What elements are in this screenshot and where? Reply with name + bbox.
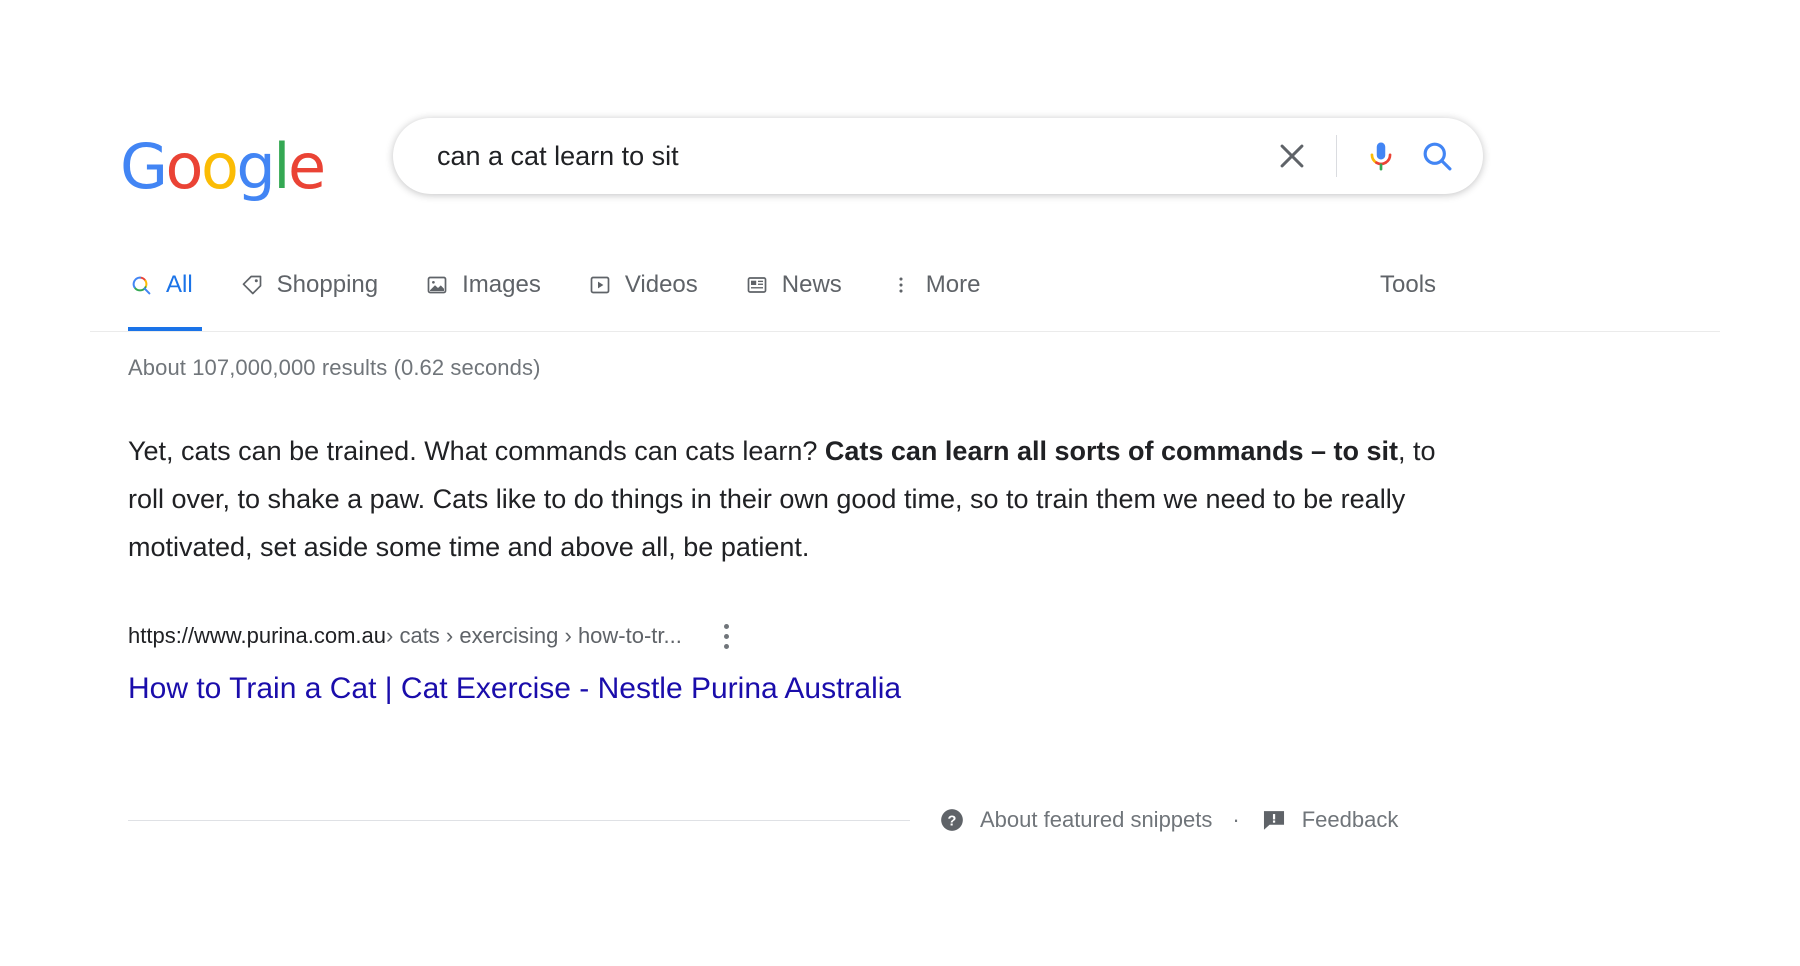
- tag-icon: [239, 272, 265, 298]
- more-vertical-icon: [888, 272, 914, 298]
- video-icon: [587, 272, 613, 298]
- snippet-bold: Cats can learn all sorts of commands – t…: [824, 436, 1399, 466]
- tab-images[interactable]: Images: [424, 255, 541, 315]
- tab-shopping-label: Shopping: [276, 271, 379, 298]
- search-result-item: https://www.purina.com.au › cats › exerc…: [128, 621, 1628, 709]
- result-url-line: https://www.purina.com.au › cats › exerc…: [128, 621, 1628, 651]
- feedback-icon: [1260, 806, 1288, 834]
- footer-separator: ·: [1232, 807, 1240, 832]
- tab-shopping[interactable]: Shopping: [239, 255, 378, 315]
- search-divider: [1336, 135, 1337, 177]
- help-circle-icon: ?: [938, 806, 966, 834]
- tools-button[interactable]: Tools: [1380, 255, 1800, 315]
- tab-videos-label: Videos: [624, 271, 698, 298]
- tab-more[interactable]: More: [888, 255, 981, 315]
- kebab-dot-1: [724, 623, 730, 629]
- tab-news[interactable]: News: [744, 255, 842, 315]
- close-icon: [1280, 144, 1304, 168]
- about-featured-snippets-label: About featured snippets: [980, 807, 1213, 832]
- logo-letter-o1: o: [165, 130, 204, 203]
- snippet-part-1: Yet, cats can be trained. What commands …: [128, 436, 825, 466]
- page-header: Google: [0, 0, 1800, 250]
- clear-search-button[interactable]: [1264, 128, 1320, 184]
- kebab-dot-3: [724, 643, 730, 649]
- logo-letter-l: l: [273, 130, 290, 203]
- featured-snippet-text: Yet, cats can be trained. What commands …: [128, 427, 1448, 571]
- search-results: About 107,000,000 results (0.62 seconds)…: [128, 355, 1628, 709]
- image-icon: [424, 272, 450, 298]
- microphone-icon: [1370, 142, 1392, 171]
- search-input[interactable]: [437, 136, 1264, 176]
- search-icon: [128, 272, 154, 298]
- search-nav: All Shopping Images Videos News More Too…: [0, 255, 1800, 333]
- news-icon: [744, 272, 770, 298]
- result-stats: About 107,000,000 results (0.62 seconds): [128, 355, 541, 380]
- footer-links: ? About featured snippets · Feedback: [938, 806, 1398, 834]
- featured-snippet-footer: ? About featured snippets · Feedback: [128, 800, 1628, 840]
- footer-divider: [128, 819, 910, 821]
- google-logo[interactable]: Google: [120, 130, 326, 203]
- tab-all-label: All: [166, 271, 193, 298]
- search-submit-button[interactable]: [1409, 128, 1465, 184]
- result-url-path: › cats › exercising › how-to-tr...: [386, 623, 682, 648]
- kebab-menu-icon[interactable]: [714, 621, 740, 651]
- nav-tab-list: All Shopping Images Videos News More: [128, 255, 1026, 315]
- tab-more-label: More: [925, 271, 981, 298]
- tools-label: Tools: [1380, 271, 1437, 298]
- search-icon: [1423, 142, 1452, 171]
- result-title-link[interactable]: How to Train a Cat | Cat Exercise - Nest…: [128, 669, 901, 709]
- feedback-label: Feedback: [1301, 807, 1399, 832]
- tab-images-label: Images: [462, 271, 541, 298]
- svg-text:?: ?: [948, 813, 957, 829]
- logo-letter-g2: g: [236, 130, 275, 203]
- about-featured-snippets-button[interactable]: ? About featured snippets: [938, 806, 1212, 834]
- tab-news-label: News: [781, 271, 842, 298]
- logo-letter-g1: G: [120, 130, 168, 203]
- voice-search-button[interactable]: [1353, 128, 1409, 184]
- tab-all[interactable]: All: [128, 255, 193, 315]
- kebab-dot-2: [724, 633, 730, 639]
- logo-letter-o2: o: [200, 130, 239, 203]
- tab-videos[interactable]: Videos: [587, 255, 698, 315]
- search-box[interactable]: [393, 118, 1483, 194]
- feedback-button[interactable]: Feedback: [1260, 806, 1399, 834]
- nav-bottom-border: [90, 331, 1720, 332]
- logo-letter-e: e: [288, 130, 326, 203]
- result-url-domain[interactable]: https://www.purina.com.au: [128, 622, 386, 650]
